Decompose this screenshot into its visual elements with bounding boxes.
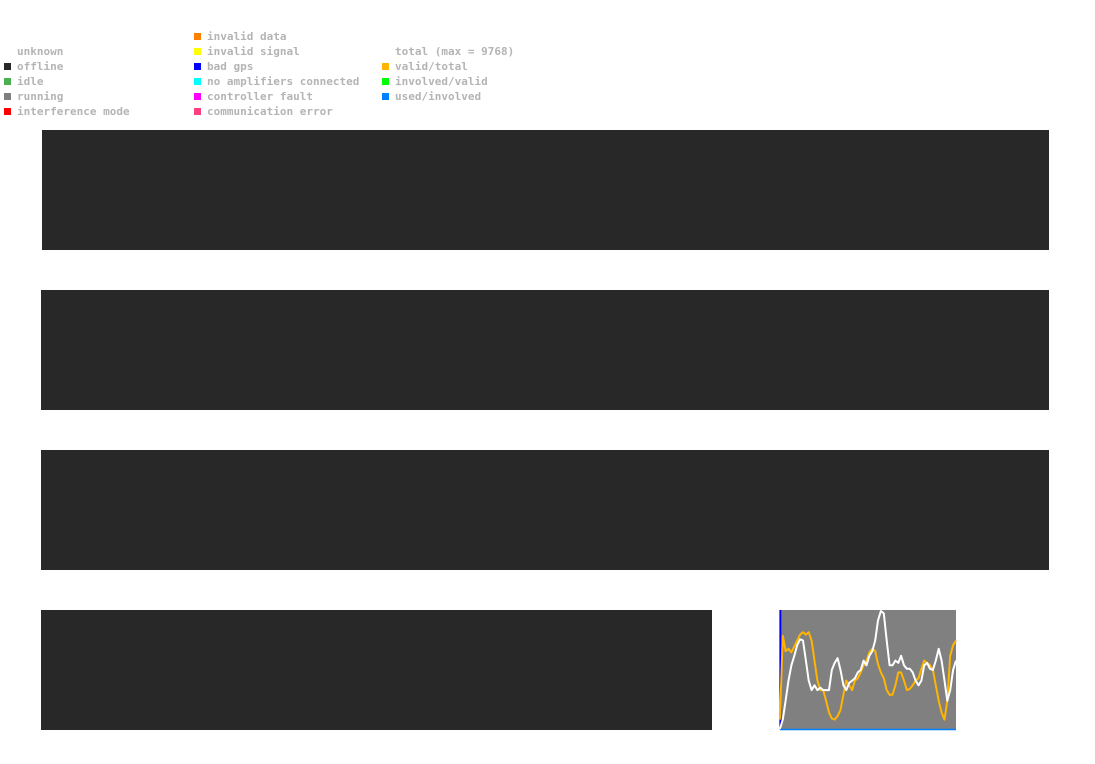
panel-4-chart — [778, 610, 957, 731]
